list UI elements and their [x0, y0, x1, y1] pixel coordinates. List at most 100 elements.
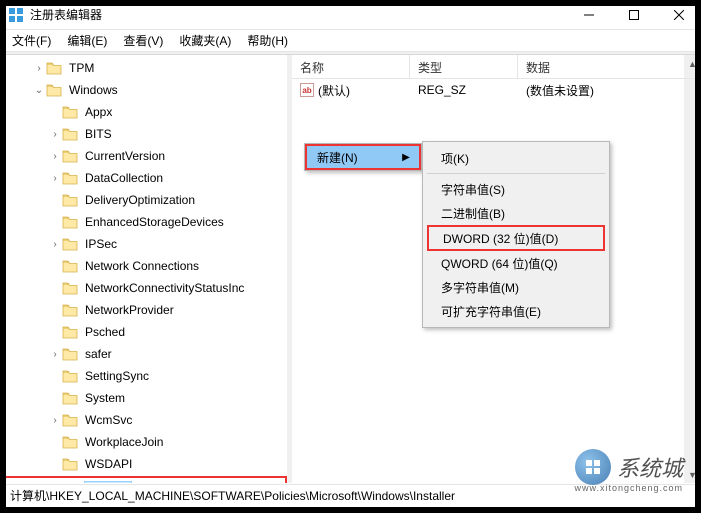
tree-item[interactable]: ›Appx: [0, 101, 287, 123]
folder-icon: [62, 281, 78, 295]
tree-item[interactable]: › BITS: [0, 123, 287, 145]
tree-item-label: Installer: [84, 481, 132, 483]
tree-item[interactable]: ›CurrentVersion: [0, 145, 287, 167]
folder-icon: [62, 325, 78, 339]
column-headers[interactable]: 名称 类型 数据: [292, 55, 701, 79]
minimize-button[interactable]: [566, 0, 611, 30]
folder-icon: [62, 215, 78, 229]
tree-item[interactable]: ›Installer: [2, 478, 285, 483]
menu-item-string[interactable]: 字符串值(S): [425, 177, 607, 201]
watermark-brand: 系统城: [617, 451, 683, 483]
menu-edit[interactable]: 编辑(E): [59, 30, 115, 51]
menu-item-new-label: 新建(N): [307, 149, 393, 166]
menu-file[interactable]: 文件(F): [4, 30, 59, 51]
list-row[interactable]: ab (默认) REG_SZ (数值未设置): [292, 79, 701, 101]
tree-item[interactable]: ›safer: [0, 343, 287, 365]
folder-icon: [62, 127, 78, 141]
chevron-right-icon[interactable]: ›: [48, 239, 62, 250]
folder-icon: [46, 61, 62, 75]
folder-icon: [62, 369, 78, 383]
tree-item-label: Windows: [66, 82, 121, 98]
menu-favorites[interactable]: 收藏夹(A): [171, 30, 239, 51]
menu-item-expandstring[interactable]: 可扩充字符串值(E): [425, 299, 607, 323]
tree-item[interactable]: › IPSec: [0, 233, 287, 255]
chevron-right-icon[interactable]: ›: [48, 349, 62, 360]
menu-separator: [427, 173, 605, 174]
tree-item-label: WorkplaceJoin: [82, 434, 166, 450]
chevron-right-icon[interactable]: ›: [48, 415, 62, 426]
folder-icon: [62, 259, 78, 273]
col-name[interactable]: 名称: [292, 55, 410, 78]
tree-item-label: Network Connections: [82, 258, 202, 274]
menu-item-qword[interactable]: QWORD (64 位)值(Q): [425, 251, 607, 275]
value-data: (数值未设置): [518, 82, 701, 99]
folder-icon: [62, 193, 78, 207]
chevron-right-icon[interactable]: ›: [48, 151, 62, 162]
tree-item-label: TPM: [66, 60, 97, 76]
tree-item-label: WSDAPI: [82, 456, 135, 472]
menu-item-binary[interactable]: 二进制值(B): [425, 201, 607, 225]
tree-item[interactable]: ⌄ Windows: [0, 79, 287, 101]
tree-item[interactable]: ›NetworkProvider: [0, 299, 287, 321]
chevron-right-icon[interactable]: ›: [48, 129, 62, 140]
tree-item[interactable]: ›DeliveryOptimization: [0, 189, 287, 211]
col-type[interactable]: 类型: [410, 55, 518, 78]
menu-view[interactable]: 查看(V): [115, 30, 171, 51]
folder-icon: [62, 413, 78, 427]
tree-item[interactable]: ›EnhancedStorageDevices: [0, 211, 287, 233]
tree-item-label: Psched: [82, 324, 128, 340]
regedit-icon: [8, 7, 24, 23]
tree-item-label: WcmSvc: [82, 412, 135, 428]
tree-item[interactable]: ›System: [0, 387, 287, 409]
folder-icon: [62, 171, 78, 185]
values-pane[interactable]: 名称 类型 数据 ab (默认) REG_SZ (数值未设置) 新建(N) ▶ …: [292, 55, 701, 483]
watermark-url: www.xitongcheng.com: [574, 483, 683, 493]
folder-icon: [62, 457, 78, 471]
tree-item-label: System: [82, 390, 128, 406]
tree-pane[interactable]: ▲ ▼ ›TPM⌄Windows›Appx›BITS›CurrentVersio…: [0, 55, 287, 483]
folder-icon: [62, 435, 78, 449]
maximize-button[interactable]: [611, 0, 656, 30]
submenu-arrow-icon: ▶: [393, 152, 419, 163]
window-title: 注册表编辑器: [30, 6, 566, 23]
context-menu[interactable]: 新建(N) ▶: [304, 143, 422, 171]
folder-icon: [62, 105, 78, 119]
folder-icon: [62, 347, 78, 361]
close-button[interactable]: [656, 0, 701, 30]
context-submenu-new[interactable]: 项(K) 字符串值(S) 二进制值(B) DWORD (32 位)值(D) QW…: [422, 141, 610, 328]
value-type: REG_SZ: [410, 83, 518, 97]
folder-icon: [62, 149, 78, 163]
menu-item-multistring[interactable]: 多字符串值(M): [425, 275, 607, 299]
tree-item[interactable]: ›NetworkConnectivityStatusInc: [0, 277, 287, 299]
status-path: 计算机\HKEY_LOCAL_MACHINE\SOFTWARE\Policies…: [10, 487, 455, 504]
tree-item-label: NetworkProvider: [82, 302, 177, 318]
chevron-right-icon[interactable]: ›: [32, 63, 46, 74]
menu-help[interactable]: 帮助(H): [239, 30, 296, 51]
tree-item-label: DeliveryOptimization: [82, 192, 198, 208]
watermark-logo-icon: [575, 449, 611, 485]
highlight-box: ›Installer: [0, 476, 287, 483]
tree-item[interactable]: › WcmSvc: [0, 409, 287, 431]
tree-item-label: IPSec: [82, 236, 120, 252]
menu-item-dword[interactable]: DWORD (32 位)值(D): [427, 225, 605, 251]
tree-item-label: Appx: [82, 104, 115, 120]
content-area: ▲ ▼ ›TPM⌄Windows›Appx›BITS›CurrentVersio…: [0, 55, 701, 483]
tree-item[interactable]: ›WorkplaceJoin: [0, 431, 287, 453]
folder-icon: [62, 303, 78, 317]
tree-item-label: NetworkConnectivityStatusInc: [82, 280, 247, 296]
tree-item[interactable]: ›Psched: [0, 321, 287, 343]
folder-icon: [46, 83, 62, 97]
chevron-right-icon[interactable]: ›: [48, 173, 62, 184]
menu-item-new[interactable]: 新建(N) ▶: [305, 144, 421, 170]
tree-item-label: BITS: [82, 126, 115, 142]
tree-item[interactable]: ›WSDAPI: [0, 453, 287, 475]
chevron-down-icon[interactable]: ⌄: [32, 85, 46, 96]
tree-item[interactable]: ›SettingSync: [0, 365, 287, 387]
tree-item[interactable]: › TPM: [0, 57, 287, 79]
col-data[interactable]: 数据: [518, 55, 701, 78]
tree-item[interactable]: ›Network Connections: [0, 255, 287, 277]
watermark: 系统城: [575, 449, 683, 485]
folder-icon: [62, 237, 78, 251]
menu-item-key[interactable]: 项(K): [425, 146, 607, 170]
tree-item[interactable]: ›DataCollection: [0, 167, 287, 189]
